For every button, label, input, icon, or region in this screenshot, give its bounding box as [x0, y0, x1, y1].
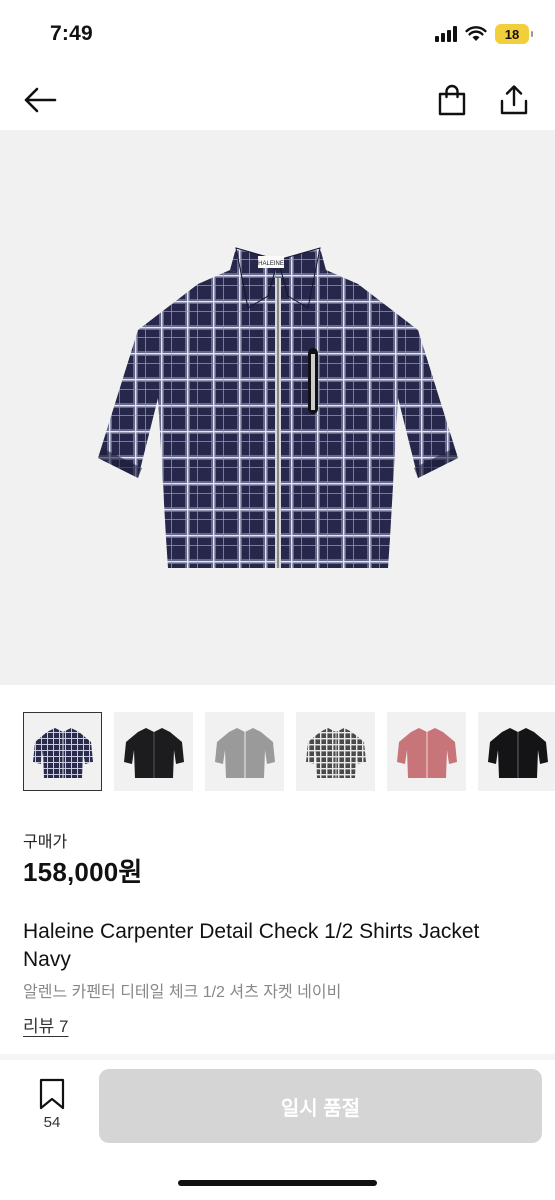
status-indicators: 18: [435, 24, 533, 44]
bookmark-icon: [39, 1078, 65, 1110]
wifi-icon: [465, 26, 487, 41]
signal-icon: [435, 26, 457, 42]
thumbnail-strip[interactable]: [23, 712, 555, 792]
bookmark-count: 54: [43, 1114, 61, 1131]
arrow-left-icon: [24, 87, 57, 113]
home-indicator: [178, 1180, 377, 1186]
price-label: 구매가: [23, 834, 68, 851]
status-time: 7:49: [50, 22, 93, 45]
review-link[interactable]: 리뷰 7: [23, 1012, 68, 1037]
shirt-thumb-icon: [396, 727, 457, 778]
shirt-thumb-icon: [123, 727, 184, 778]
soldout-button[interactable]: 일시 품절: [99, 1069, 542, 1143]
thumbnail-pink[interactable]: [387, 712, 466, 791]
section-divider: [0, 1054, 555, 1060]
product-image[interactable]: HALEINE: [0, 130, 555, 685]
product-title: Haleine Carpenter Detail Check 1/2 Shirt…: [23, 920, 480, 971]
shirt-thumb-icon: [487, 727, 548, 778]
cart-button[interactable]: [432, 80, 472, 120]
shirt-thumb-icon: [305, 727, 366, 778]
shirt-image: HALEINE: [97, 246, 458, 568]
thumbnail-grey-check[interactable]: [296, 712, 375, 791]
battery-level: 18: [504, 26, 520, 42]
battery-indicator: 18: [495, 24, 533, 44]
shirt-thumb-icon: [32, 727, 93, 778]
product-subtitle: 알렌느 카펜터 디테일 체크 1/2 셔츠 자켓 네이비: [23, 984, 342, 1001]
price-value: 158,000원: [23, 857, 143, 887]
thumbnail-black-2[interactable]: [478, 712, 555, 791]
share-icon: [500, 85, 528, 115]
thumbnail-grey[interactable]: [205, 712, 284, 791]
top-nav: [0, 70, 555, 130]
brand-label: HALEINE: [258, 261, 284, 267]
shopping-bag-icon: [438, 84, 466, 116]
shirt-thumb-icon: [214, 727, 275, 778]
share-button[interactable]: [494, 80, 534, 120]
bookmark-button[interactable]: 54: [30, 1078, 74, 1138]
thumbnail-black[interactable]: [114, 712, 193, 791]
back-button[interactable]: [20, 80, 60, 120]
status-bar: 7:49 18: [0, 0, 555, 70]
thumbnail-navy-check[interactable]: [23, 712, 102, 791]
